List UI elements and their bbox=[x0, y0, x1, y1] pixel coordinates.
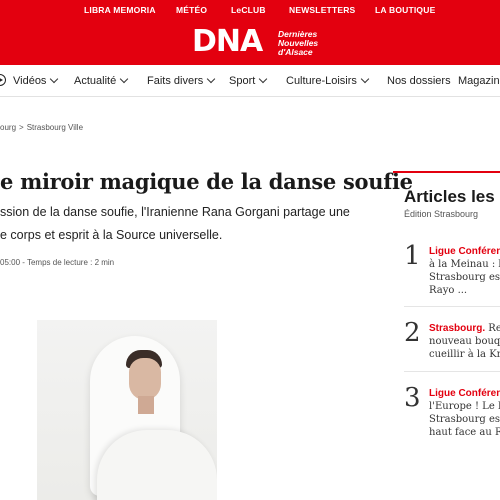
item-line: nouveau bouqu bbox=[429, 336, 500, 347]
chevron-down-icon bbox=[50, 74, 59, 84]
photo-neck bbox=[138, 396, 154, 414]
chevron-down-icon bbox=[119, 74, 129, 84]
most-read-item[interactable]: Ligue Conféren à la Meinau : le Strasbou… bbox=[429, 245, 500, 297]
nav-item-label: Faits divers bbox=[147, 75, 204, 87]
top-link-leclub[interactable]: LeCLUB bbox=[231, 5, 266, 15]
article-lead-line: e corps et esprit à la Source universell… bbox=[0, 228, 223, 242]
nav-item-actualite[interactable]: Actualité bbox=[74, 74, 129, 87]
sidebar-divider bbox=[404, 371, 500, 372]
sidebar-divider bbox=[393, 171, 500, 173]
nav-item-label: Sport bbox=[229, 75, 256, 87]
top-link-libra-memoria[interactable]: LIBRA MEMORIA bbox=[84, 5, 156, 15]
item-kicker: Strasbourg. bbox=[429, 323, 486, 334]
dna-logo[interactable]: DNA bbox=[192, 27, 263, 57]
item-line: l'Europe ! Le Ra bbox=[429, 401, 500, 412]
breadcrumb-item[interactable]: Strasbourg Ville bbox=[27, 123, 83, 132]
top-link-meteo[interactable]: MÉTÉO bbox=[176, 5, 207, 15]
sidebar-title: Articles les bbox=[404, 187, 495, 206]
article-lead-line: ssion de la danse soufie, l'Iranienne Ra… bbox=[0, 205, 350, 219]
article-title: e miroir magique de la danse soufie bbox=[0, 169, 413, 194]
nav-item-label: Actualité bbox=[74, 75, 117, 87]
rank-number: 3 bbox=[404, 383, 421, 413]
item-line: haut face au Ra bbox=[429, 427, 500, 438]
nav-item-magazine[interactable]: Magazine bbox=[458, 75, 500, 87]
item-line: Re bbox=[488, 323, 500, 334]
breadcrumb-item[interactable]: ourg bbox=[0, 123, 16, 132]
most-read-item[interactable]: Strasbourg. Re nouveau bouqu cueillir à … bbox=[429, 322, 500, 361]
item-line: Rayo ... bbox=[429, 285, 468, 296]
main-nav: Vidéos Actualité Faits divers Sport Cult… bbox=[0, 65, 500, 97]
most-read-sidebar: Articles les Édition Strasbourg 1 Ligue … bbox=[393, 171, 500, 500]
rank-number: 2 bbox=[404, 318, 421, 348]
top-utility-bar: LIBRA MEMORIA MÉTÉO LeCLUB NEWSLETTERS L… bbox=[0, 0, 500, 22]
most-read-item[interactable]: Ligue Conféren l'Europe ! Le Ra Strasbou… bbox=[429, 387, 500, 439]
top-link-la-boutique[interactable]: LA BOUTIQUE bbox=[375, 5, 435, 15]
item-line: cueillir à la Kru bbox=[429, 349, 500, 360]
breadcrumb: ourg > Strasbourg Ville bbox=[0, 123, 83, 132]
nav-item-faits-divers[interactable]: Faits divers bbox=[147, 74, 216, 87]
nav-item-label: Vidéos bbox=[13, 75, 47, 87]
nav-item-label: Culture-Loisirs bbox=[286, 75, 357, 87]
header-logo-band: DNA Dernières Nouvelles d'Alsace bbox=[0, 22, 500, 65]
top-link-newsletters[interactable]: NEWSLETTERS bbox=[289, 5, 355, 15]
article-lead: ssion de la danse soufie, l'Iranienne Ra… bbox=[0, 201, 350, 247]
chevron-down-icon bbox=[207, 74, 216, 84]
item-line: à la Meinau : le bbox=[429, 259, 500, 270]
item-line: Strasbourg est bbox=[429, 414, 500, 425]
nav-item-culture-loisirs[interactable]: Culture-Loisirs bbox=[286, 74, 370, 87]
article-photo[interactable] bbox=[37, 320, 217, 500]
logo-subtitle-line: d'Alsace bbox=[278, 47, 313, 57]
photo-face bbox=[129, 358, 161, 400]
chevron-down-icon bbox=[259, 74, 268, 84]
article-meta: 05:00 - Temps de lecture : 2 min bbox=[0, 258, 115, 267]
nav-item-videos[interactable]: Vidéos bbox=[13, 74, 59, 87]
nav-item-sport[interactable]: Sport bbox=[229, 74, 268, 87]
item-kicker: Ligue Conféren bbox=[429, 388, 500, 399]
item-kicker: Ligue Conféren bbox=[429, 246, 500, 257]
sidebar-subtitle: Édition Strasbourg bbox=[404, 209, 479, 219]
nav-item-nos-dossiers[interactable]: Nos dossiers bbox=[387, 75, 451, 87]
sidebar-divider bbox=[404, 306, 500, 307]
rank-number: 1 bbox=[404, 241, 421, 271]
play-icon[interactable] bbox=[0, 74, 6, 86]
logo-subtitle: Dernières Nouvelles d'Alsace bbox=[278, 30, 318, 57]
chevron-down-icon bbox=[360, 74, 370, 84]
breadcrumb-separator: > bbox=[19, 123, 24, 132]
item-line: Strasbourg est bbox=[429, 272, 500, 283]
